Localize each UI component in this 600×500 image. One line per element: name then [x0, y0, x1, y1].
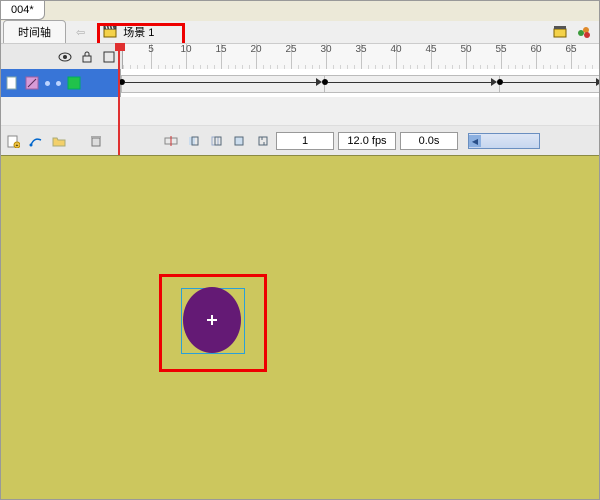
new-guide-icon[interactable]	[26, 132, 45, 151]
new-folder-icon[interactable]	[49, 132, 68, 151]
document-tab[interactable]: 004*	[1, 1, 45, 20]
timeline-track[interactable]	[121, 69, 599, 97]
onion-skin-outline-icon[interactable]	[207, 132, 226, 151]
timeline-scrollbar[interactable]: ◀	[468, 133, 540, 149]
new-layer-icon[interactable]: +	[3, 132, 22, 151]
scene-crumb-label: 场景 1	[123, 24, 154, 40]
fps-field[interactable]: 12.0 fps	[338, 132, 396, 150]
center-frame-icon[interactable]	[161, 132, 180, 151]
scroll-left-icon[interactable]: ◀	[469, 135, 481, 147]
eye-icon[interactable]	[58, 50, 72, 64]
playhead[interactable]	[118, 43, 120, 155]
layer-color-swatch[interactable]	[67, 76, 81, 90]
onion-skin-icon[interactable]	[184, 132, 203, 151]
layers-header	[1, 44, 123, 70]
timeline-tab[interactable]: 时间轴	[3, 20, 66, 44]
lock-icon[interactable]	[80, 50, 94, 64]
modify-onion-markers-icon[interactable]	[253, 132, 272, 151]
visibility-dot[interactable]	[45, 81, 50, 86]
timeline-tab-label: 时间轴	[18, 24, 51, 40]
guide-icon	[25, 76, 39, 90]
document-tab-label: 004*	[11, 4, 34, 16]
scene-crumb[interactable]: 场景 1	[99, 22, 158, 42]
page-icon	[5, 76, 19, 90]
layer-cell[interactable]	[1, 69, 121, 97]
timeline-header: 时间轴 ⇦ 场景 1	[1, 21, 599, 44]
edit-symbol-icon[interactable]	[577, 25, 591, 39]
svg-text:+: +	[15, 143, 18, 148]
scene-clap-icon	[103, 25, 117, 39]
ruler-row: 5101520253035404550556065707580859095100…	[1, 43, 599, 71]
timeline-controls: + 1 12.0 fps 0.0s ◀	[1, 125, 599, 157]
layer-row	[1, 69, 599, 98]
stage[interactable]	[1, 155, 599, 499]
elapsed-time-field[interactable]: 0.0s	[400, 132, 458, 150]
edit-scene-icon[interactable]	[553, 25, 567, 39]
trash-icon[interactable]	[86, 132, 105, 151]
outline-icon[interactable]	[102, 50, 116, 64]
layers-empty-area	[1, 97, 599, 126]
back-icon[interactable]: ⇦	[76, 26, 85, 39]
lock-dot[interactable]	[56, 81, 61, 86]
current-frame-field[interactable]: 1	[276, 132, 334, 150]
frame-ruler[interactable]: 5101520253035404550556065707580859095100…	[123, 44, 599, 70]
edit-multiple-frames-icon[interactable]	[230, 132, 249, 151]
registration-point-icon	[207, 315, 217, 325]
